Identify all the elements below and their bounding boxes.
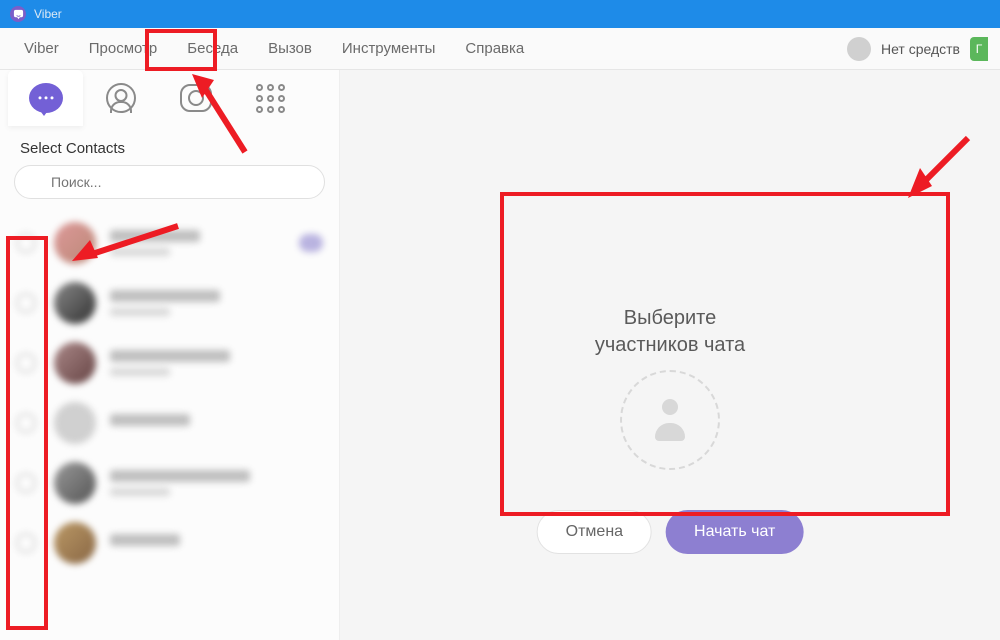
sidebar: Select Contacts (0, 70, 340, 640)
contact-avatar (54, 342, 96, 384)
contact-avatar (54, 402, 96, 444)
viber-badge-icon (299, 234, 323, 252)
contact-item[interactable] (0, 213, 339, 273)
grid-dots-icon (256, 84, 285, 113)
person-silhouette-icon (649, 399, 691, 441)
contact-radio[interactable] (16, 233, 36, 253)
menu-tools[interactable]: Инструменты (330, 34, 448, 63)
viber-app-icon (10, 6, 26, 22)
contact-avatar (54, 462, 96, 504)
tab-more[interactable] (233, 70, 308, 126)
contact-avatar (54, 222, 96, 264)
window-titlebar: Viber (0, 0, 1000, 28)
tab-chats[interactable] (8, 70, 83, 126)
cancel-button[interactable]: Отмена (537, 510, 652, 554)
contact-radio[interactable] (16, 353, 36, 373)
chat-bubble-icon (29, 83, 63, 113)
menu-help[interactable]: Справка (453, 34, 536, 63)
person-icon (106, 83, 136, 113)
contact-radio[interactable] (16, 473, 36, 493)
menubar: Viber Просмотр Беседа Вызов Инструменты … (0, 28, 1000, 70)
contact-item[interactable] (0, 333, 339, 393)
contact-item[interactable] (0, 453, 339, 513)
menu-view[interactable]: Просмотр (77, 34, 170, 63)
contact-item[interactable] (0, 393, 339, 453)
contact-avatar (54, 522, 96, 564)
menu-conversation[interactable]: Беседа (175, 34, 250, 63)
menu-viber[interactable]: Viber (12, 34, 71, 63)
section-title: Select Contacts (0, 126, 339, 165)
tab-camera[interactable] (158, 70, 233, 126)
sidebar-tabs (0, 70, 339, 126)
balance-label: Нет средств (881, 41, 960, 57)
prompt-text: Выберите участников чата (595, 305, 745, 359)
main-panel: Выберите участников чата Отмена Начать ч… (340, 70, 1000, 640)
contact-item[interactable] (0, 273, 339, 333)
contact-radio[interactable] (16, 293, 36, 313)
contact-avatar (54, 282, 96, 324)
tab-contacts[interactable] (83, 70, 158, 126)
window-title: Viber (34, 7, 62, 21)
user-avatar[interactable] (847, 37, 871, 61)
status-badge[interactable]: Г (970, 37, 988, 61)
contact-list (0, 209, 339, 640)
search-input[interactable] (14, 165, 325, 199)
contact-item[interactable] (0, 513, 339, 573)
menu-call[interactable]: Вызов (256, 34, 324, 63)
contact-radio[interactable] (16, 413, 36, 433)
camera-icon (180, 84, 212, 112)
group-avatar-placeholder[interactable] (620, 370, 720, 470)
contact-radio[interactable] (16, 533, 36, 553)
start-chat-button[interactable]: Начать чат (666, 510, 803, 554)
